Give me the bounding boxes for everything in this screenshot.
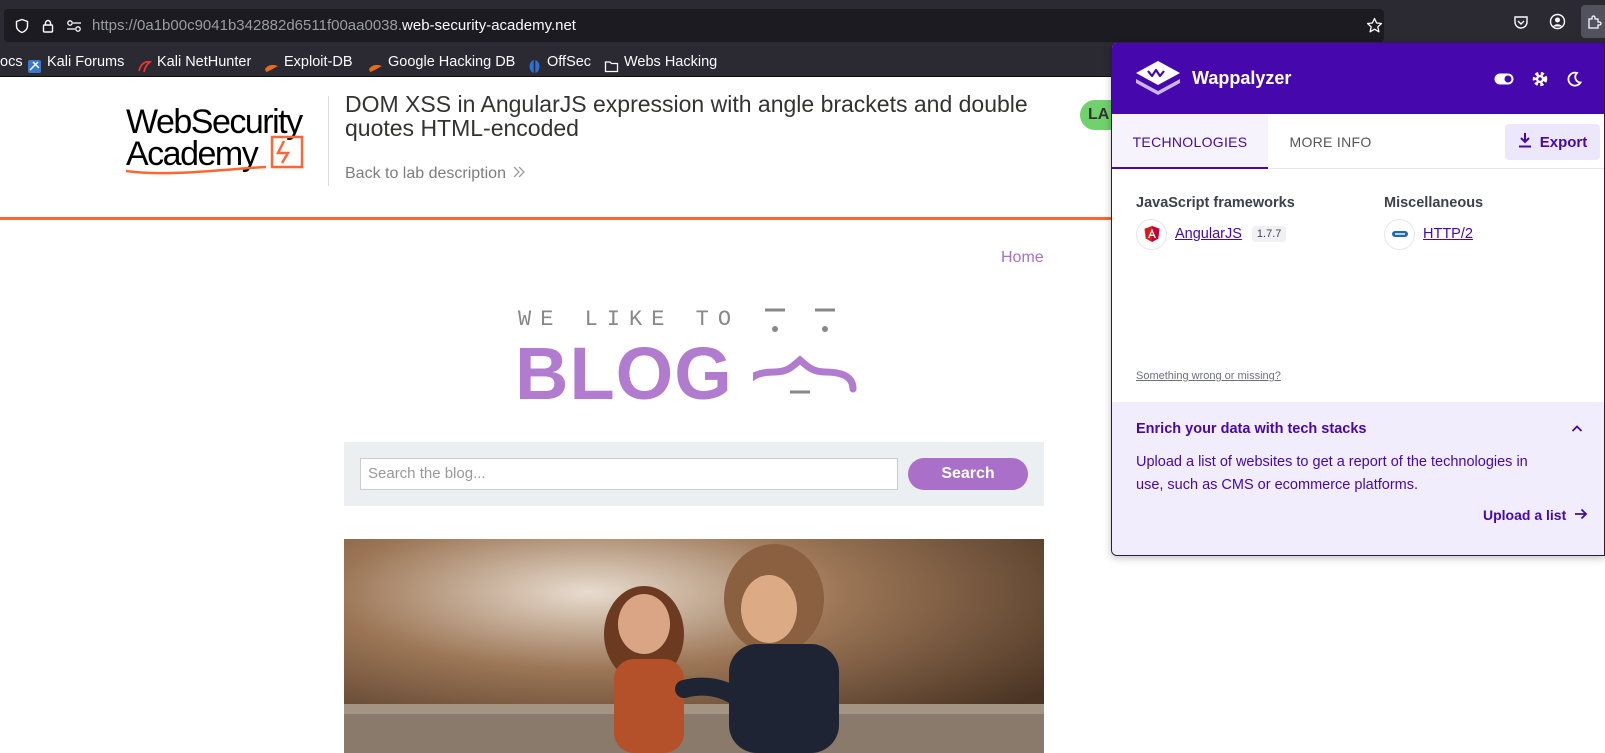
url-field[interactable]: https://0a1b00c9041b342882d6511f00aa0038… [4, 9, 1384, 42]
category-title-javascript-frameworks: JavaScript frameworks [1136, 195, 1295, 211]
enrich-panel: Enrich your data with tech stacks Upload… [1112, 402, 1604, 555]
gear-icon[interactable] [1528, 67, 1552, 91]
chevron-up-icon[interactable] [1570, 422, 1586, 438]
tab-technologies[interactable]: TECHNOLOGIES [1112, 114, 1268, 169]
technology-name[interactable]: AngularJS [1175, 226, 1242, 242]
angularjs-icon [1136, 218, 1167, 250]
technology-version: 1.7.7 [1251, 226, 1287, 242]
kali-forums-icon [27, 55, 42, 73]
export-button[interactable]: Export [1505, 124, 1600, 160]
search-button[interactable]: Search [908, 458, 1028, 490]
blog-face-icon [753, 308, 857, 394]
blog-post-image[interactable] [344, 539, 1044, 753]
blog-logo: WE LIKE TO BLOG [515, 302, 875, 415]
bookmark-offsec[interactable]: OffSec [527, 47, 591, 77]
blog-word: BLOG [515, 332, 733, 415]
category-title-miscellaneous: Miscellaneous [1384, 195, 1484, 211]
address-toolbar: https://0a1b00c9041b342882d6511f00aa0038… [0, 5, 1605, 47]
account-icon[interactable] [1544, 5, 1570, 38]
enrich-title: Enrich your data with tech stacks [1136, 421, 1367, 437]
bookmark-exploit-db[interactable]: Exploit-DB [264, 47, 353, 77]
pocket-icon[interactable] [1508, 5, 1534, 38]
kali-nethunter-icon [137, 55, 153, 72]
bookmark-google-hacking-db[interactable]: Google Hacking DB [368, 47, 515, 77]
blog-tagline: WE LIKE TO [518, 307, 741, 332]
folder-icon [604, 55, 619, 72]
bookmark-webs-hacking[interactable]: Webs Hacking [604, 47, 717, 77]
double-chevron-right-icon [512, 165, 526, 183]
wappalyzer-brand: Wappalyzer [1192, 68, 1292, 88]
extensions-icon[interactable] [1581, 5, 1605, 38]
url-text[interactable]: https://0a1b00c9041b342882d6511f00aa0038… [92, 9, 576, 42]
exploit-db-icon [264, 55, 279, 72]
permissions-icon[interactable] [62, 9, 86, 42]
lab-title: DOM XSS in AngularJS expression with ang… [345, 91, 1028, 141]
technology-name[interactable]: HTTP/2 [1423, 226, 1473, 242]
toggle-icon[interactable] [1492, 67, 1516, 91]
google-hacking-db-icon [368, 55, 383, 72]
something-wrong-link[interactable]: Something wrong or missing? [1136, 370, 1281, 382]
upload-list-link[interactable]: Upload a list [1483, 507, 1588, 523]
wappalyzer-popup: Wappalyzer TECHNOLOGIES MORE INFO Export… [1111, 42, 1605, 556]
bookmark-star-icon[interactable] [1362, 9, 1386, 42]
svg-text:Academy: Academy [126, 135, 259, 173]
bookmark-kali-forums[interactable]: Kali Forums [27, 47, 124, 77]
back-to-lab-description-link[interactable]: Back to lab description [345, 165, 526, 183]
blog-search-input[interactable]: Search the blog... [360, 458, 898, 490]
logo-divider [328, 96, 329, 186]
wappalyzer-header: Wappalyzer [1112, 43, 1604, 114]
web-security-academy-logo[interactable]: WebSecurity Academy [125, 97, 326, 187]
tab-more-info[interactable]: MORE INFO [1268, 114, 1393, 169]
bookmark-docs[interactable]: ocs [0, 47, 23, 77]
blog-search-bar: Search the blog... Search [344, 442, 1044, 506]
enrich-description: Upload a list of websites to get a repor… [1136, 454, 1528, 493]
arrow-right-icon [1574, 507, 1588, 523]
home-link[interactable]: Home [1001, 249, 1044, 267]
lock-icon[interactable] [36, 9, 60, 42]
offsec-icon [527, 55, 542, 73]
http2-icon [1384, 218, 1415, 250]
download-icon [1518, 132, 1532, 152]
wappalyzer-logo-icon [1134, 59, 1182, 104]
technology-http2[interactable]: HTTP/2 [1384, 218, 1473, 250]
shield-icon[interactable] [10, 9, 34, 42]
dark-mode-moon-icon[interactable] [1562, 67, 1586, 91]
bookmark-kali-nethunter[interactable]: Kali NetHunter [137, 47, 251, 77]
technology-angularjs[interactable]: AngularJS 1.7.7 [1136, 218, 1287, 250]
